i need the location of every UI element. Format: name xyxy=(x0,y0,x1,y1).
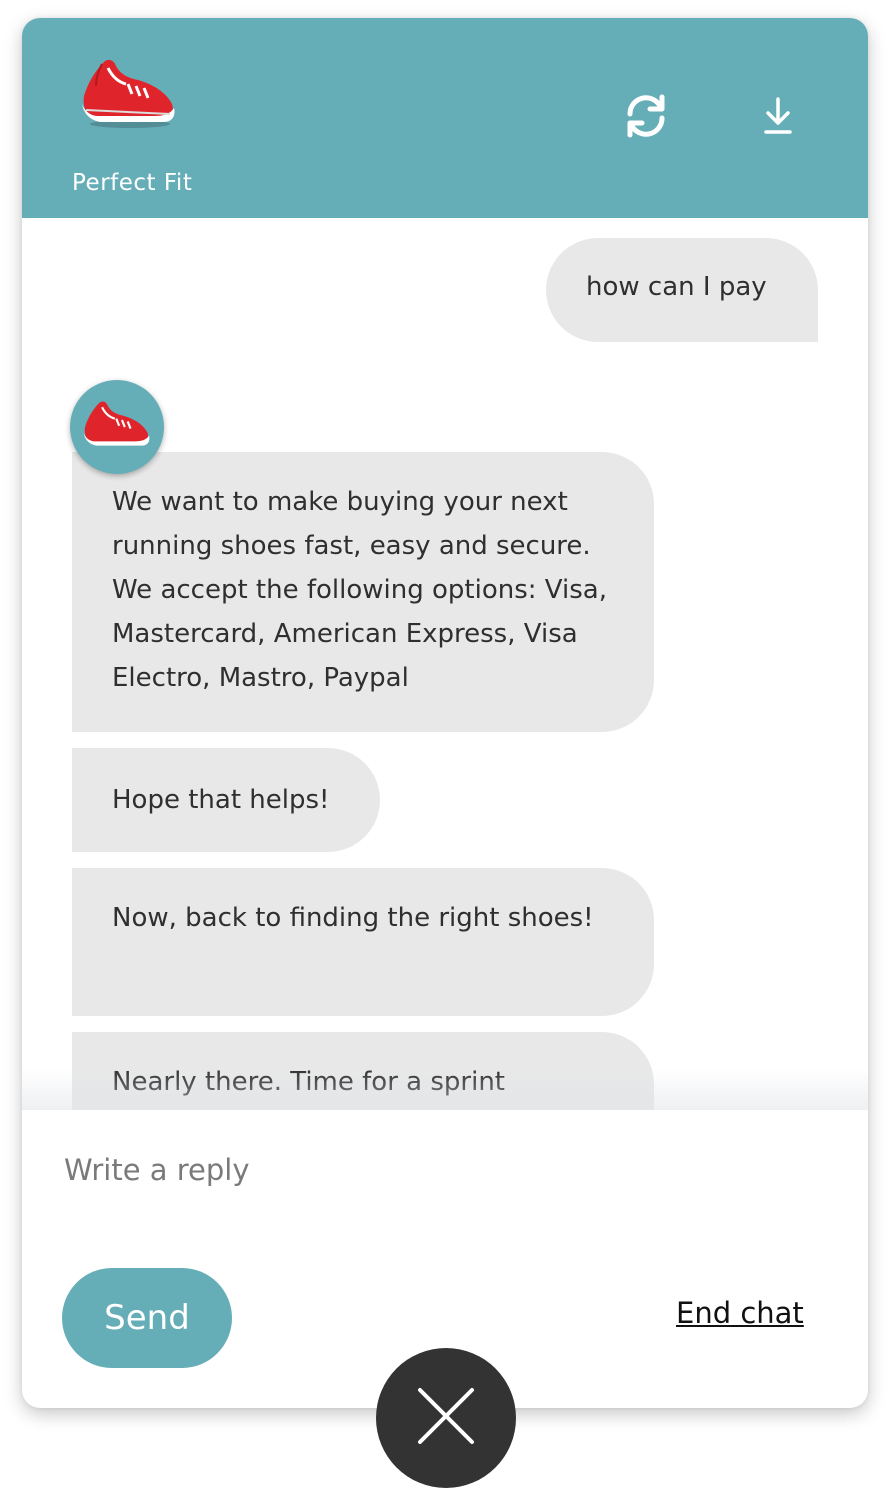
reply-input[interactable] xyxy=(62,1144,826,1196)
message-list[interactable]: how can I pay We want to make buying you… xyxy=(22,218,868,1110)
close-button[interactable] xyxy=(376,1348,516,1488)
running-shoe-icon xyxy=(77,393,157,461)
running-shoe-icon xyxy=(74,48,184,138)
end-chat-link[interactable]: End chat xyxy=(676,1296,804,1330)
download-button[interactable] xyxy=(750,90,806,146)
close-icon xyxy=(416,1386,476,1450)
chat-header: Perfect Fit xyxy=(22,18,868,218)
bot-message: Now, back to finding the right shoes! xyxy=(72,868,654,1016)
bot-message: We want to make buying your next running… xyxy=(72,452,654,732)
download-icon xyxy=(763,96,793,140)
bot-message: Nearly there. Time for a sprint xyxy=(72,1032,654,1110)
bot-message: Hope that helps! xyxy=(72,748,380,852)
refresh-icon xyxy=(622,92,670,144)
refresh-button[interactable] xyxy=(618,90,674,146)
chat-widget: Perfect Fit how can I pay We want to mak… xyxy=(22,18,868,1408)
user-message: how can I pay xyxy=(546,238,818,342)
send-button[interactable]: Send xyxy=(62,1268,232,1368)
brand-name: Perfect Fit xyxy=(72,170,193,196)
bot-avatar xyxy=(70,380,164,474)
